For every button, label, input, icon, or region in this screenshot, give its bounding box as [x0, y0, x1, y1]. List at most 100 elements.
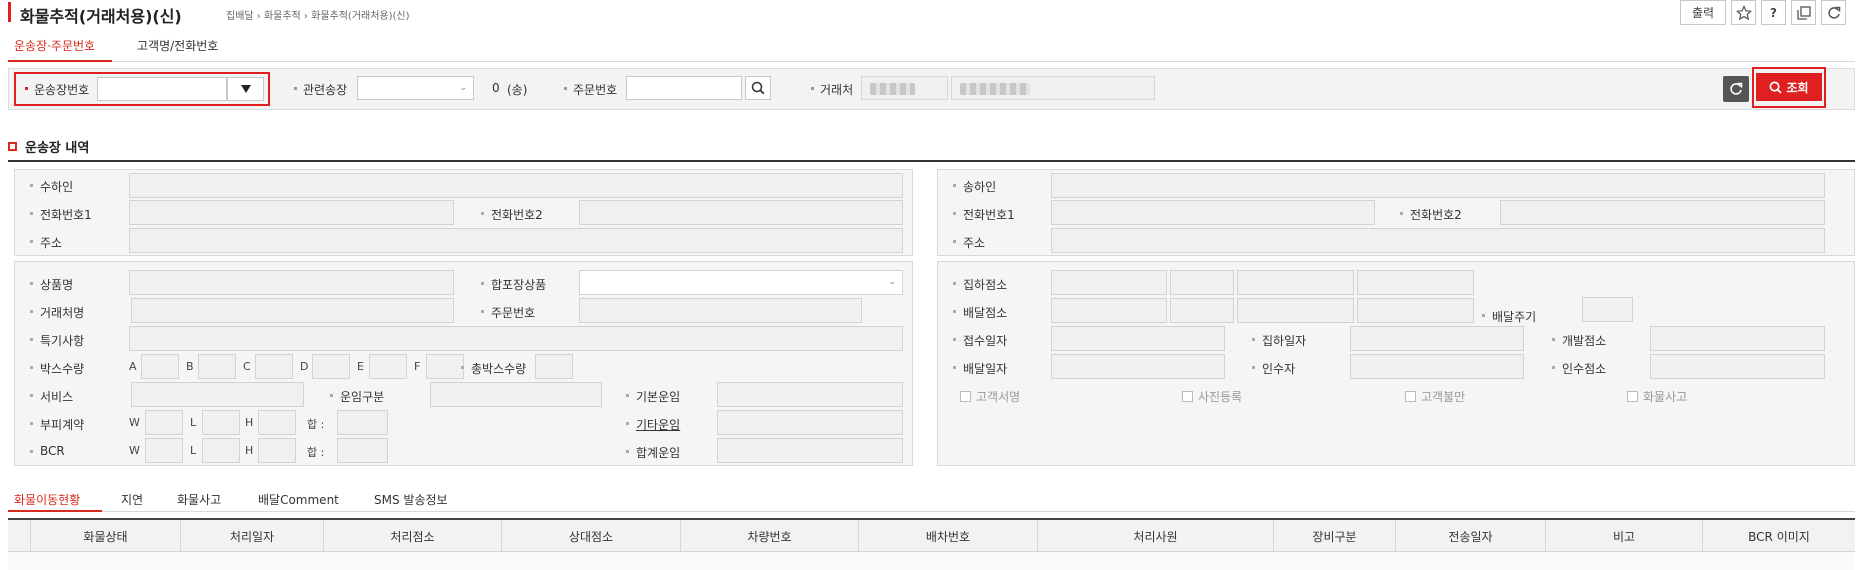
checkbox-icon	[1182, 391, 1193, 402]
delivery-cycle-field	[1582, 297, 1633, 322]
grid-col-dispatch[interactable]: 배차번호	[858, 520, 1037, 552]
pickup-date-label: 집하일자	[1251, 334, 1307, 348]
favorite-star-icon[interactable]	[1731, 0, 1756, 25]
related-label: 관련송장	[293, 83, 348, 97]
client-name-display	[131, 298, 454, 323]
sender-name-label: 송하인	[952, 180, 997, 194]
bcr-sum-label: 합 :	[307, 446, 325, 459]
total-fare-field	[717, 438, 903, 463]
order-search-button[interactable]	[745, 76, 771, 100]
bottom-tab-active-indicator	[8, 510, 102, 512]
volume-w-label: W	[129, 416, 140, 429]
dev-branch-label: 개발점소	[1551, 334, 1607, 348]
tab-cargo-movement[interactable]: 화물이동현황	[14, 491, 80, 508]
receiver-phone2-field	[579, 200, 903, 225]
grid-col-send-date[interactable]: 전송일자	[1395, 520, 1545, 552]
grid-header: 화물상태 처리일자 처리점소 상대점소 차량번호 배차번호 처리사원 장비구분 …	[8, 520, 1855, 552]
photo-checkbox[interactable]: 사진등록	[1182, 388, 1242, 405]
dev-branch-field	[1650, 326, 1825, 351]
order-input[interactable]	[626, 76, 742, 100]
receiver-address-field	[129, 228, 903, 253]
fare-type-field	[430, 382, 602, 407]
pickup-branch-field-1	[1051, 270, 1167, 295]
grid-col-remark[interactable]: 비고	[1545, 520, 1702, 552]
box-size-a-field	[141, 354, 179, 379]
total-box-label: 총박스수량	[460, 362, 527, 376]
tab-baseline	[8, 61, 1855, 62]
box-size-d-label: D	[300, 360, 309, 373]
service-field	[131, 382, 304, 407]
tab-delay[interactable]: 지연	[121, 491, 143, 508]
checkbox-icon	[1627, 391, 1638, 402]
title-accent	[8, 2, 11, 22]
volume-w-field	[145, 410, 183, 435]
accept-date-label: 접수일자	[952, 334, 1008, 348]
receive-branch-label: 인수점소	[1551, 362, 1607, 376]
box-qty-label: 박스수량	[29, 362, 85, 376]
volume-sum-field	[337, 410, 388, 435]
grid-col-process-date[interactable]: 처리일자	[180, 520, 323, 552]
section-divider	[8, 160, 1855, 162]
help-icon[interactable]: ?	[1761, 0, 1786, 25]
tab-waybill-order[interactable]: 운송장·주문번호	[14, 37, 95, 54]
query-button[interactable]: 조회	[1756, 73, 1822, 101]
box-size-a-label: A	[129, 360, 137, 373]
page-title: 화물추적(거래처용)(신)	[20, 7, 182, 26]
box-size-f-label: F	[414, 360, 421, 373]
volume-l-label: L	[190, 416, 197, 429]
total-box-field	[535, 354, 573, 379]
grid-col-status[interactable]: 화물상태	[30, 520, 180, 552]
reset-button[interactable]	[1723, 76, 1749, 102]
delivery-branch-label: 배달점소	[952, 306, 1008, 320]
client-code-field	[861, 76, 948, 100]
bottom-tab-baseline	[8, 511, 1855, 512]
combined-select[interactable]: ⌄	[579, 270, 903, 295]
volume-h-label: H	[245, 416, 254, 429]
chevron-down-icon: ⌄	[888, 277, 896, 287]
grid-col-staff[interactable]: 처리사원	[1037, 520, 1273, 552]
sender-address-label: 주소	[952, 236, 986, 250]
query-button-label: 조회	[1786, 80, 1809, 95]
section-title: 운송장 내역	[25, 141, 90, 156]
grid-col-bcr-image[interactable]: BCR 이미지	[1702, 520, 1855, 552]
waybill-dropdown-button[interactable]	[227, 77, 264, 101]
new-window-icon[interactable]	[1791, 0, 1816, 25]
receiver-name-label: 수하인	[29, 180, 74, 194]
grid-col-partner-branch[interactable]: 상대점소	[501, 520, 680, 552]
related-select[interactable]: ⌄	[357, 76, 474, 100]
bcr-w-field	[145, 438, 183, 463]
delivery-branch-field-2	[1170, 298, 1234, 323]
bcr-l-label: L	[190, 444, 197, 457]
base-fare-field	[717, 382, 903, 407]
waybill-input[interactable]	[97, 77, 227, 101]
service-label: 서비스	[29, 390, 74, 404]
cargo-accident-checkbox[interactable]: 화물사고	[1627, 388, 1687, 405]
customer-signature-checkbox[interactable]: 고객서명	[960, 388, 1020, 405]
print-button[interactable]: 출력	[1680, 0, 1726, 25]
special-field	[129, 326, 903, 351]
tab-cargo-accident[interactable]: 화물사고	[177, 491, 221, 508]
related-unit: (송)	[507, 83, 528, 97]
grid-col-process-branch[interactable]: 처리점소	[323, 520, 501, 552]
tab-delivery-comment[interactable]: 배달Comment	[258, 491, 339, 508]
order-label: 주문번호	[563, 83, 618, 97]
grid-col-equipment[interactable]: 장비구분	[1273, 520, 1395, 552]
other-fare-link[interactable]: 기타운임	[625, 416, 680, 433]
combined-label: 합포장상품	[480, 278, 547, 292]
complaint-checkbox[interactable]: 고객불만	[1405, 388, 1465, 405]
pickup-branch-field-4	[1357, 270, 1474, 295]
receiver-person-field	[1350, 354, 1524, 379]
box-size-b-label: B	[186, 360, 194, 373]
tab-customer-phone[interactable]: 고객명/전화번호	[137, 37, 218, 54]
refresh-page-icon[interactable]	[1821, 0, 1846, 25]
client-name-field	[951, 76, 1155, 100]
tab-sms-info[interactable]: SMS 발송정보	[374, 491, 448, 508]
receiver-name-field	[129, 173, 903, 198]
bcr-sum-field	[337, 438, 388, 463]
bcr-l-field	[202, 438, 240, 463]
breadcrumb: 집배달 › 화물추적 › 화물추적(거래처용)(신)	[226, 11, 410, 22]
bcr-label: BCR	[30, 444, 65, 458]
receiver-phone2-label: 전화번호2	[481, 208, 543, 222]
grid-col-vehicle[interactable]: 차량번호	[680, 520, 858, 552]
volume-sum-label: 합 :	[307, 418, 325, 431]
